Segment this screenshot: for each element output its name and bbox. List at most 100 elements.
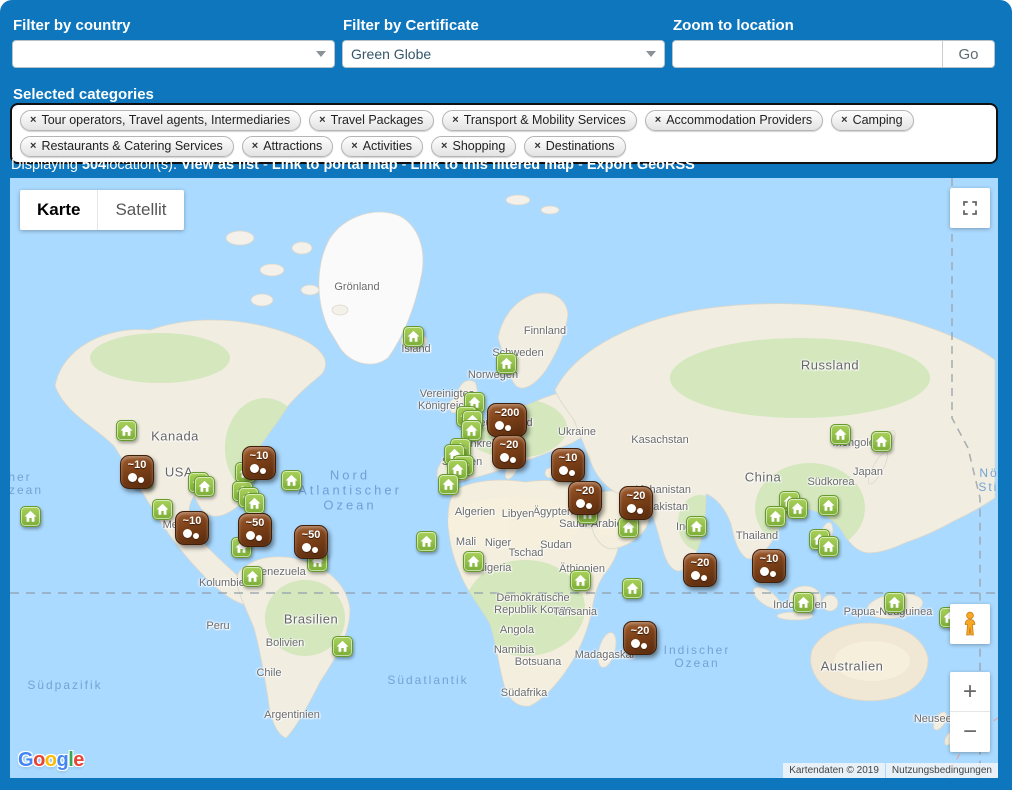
cluster-marker[interactable]: ~200 xyxy=(487,403,527,437)
zoom-location-input[interactable] xyxy=(673,41,942,67)
zoom-control: + − xyxy=(950,672,990,752)
house-marker[interactable] xyxy=(20,506,41,527)
house-marker[interactable] xyxy=(686,516,707,537)
view-as-list-link[interactable]: View as list xyxy=(181,157,259,173)
category-tag[interactable]: ×Restaurants & Catering Services xyxy=(20,136,234,157)
cluster-marker[interactable]: ~10 xyxy=(242,446,276,480)
house-marker[interactable] xyxy=(438,474,459,495)
certificate-select[interactable]: Green Globe xyxy=(342,40,665,68)
portal-map-link[interactable]: Link to portal map xyxy=(272,157,398,173)
cluster-count-label: ~50 xyxy=(239,517,271,529)
category-tag[interactable]: ×Transport & Mobility Services xyxy=(442,110,637,131)
house-icon xyxy=(887,595,902,610)
remove-tag-icon[interactable]: × xyxy=(30,140,36,152)
house-marker[interactable] xyxy=(242,566,263,587)
remove-tag-icon[interactable]: × xyxy=(441,140,447,152)
google-logo[interactable]: Google xyxy=(18,749,84,772)
cluster-dot-icon xyxy=(510,457,516,463)
cluster-marker[interactable]: ~10 xyxy=(120,455,154,489)
category-tag-label: Destinations xyxy=(546,139,615,153)
category-tag-label: Camping xyxy=(853,113,903,127)
category-tag[interactable]: × Camping xyxy=(831,110,913,131)
cluster-count-label: ~10 xyxy=(121,459,153,471)
house-marker[interactable] xyxy=(496,353,517,374)
status-prefix: Displaying xyxy=(11,157,82,173)
chevron-down-icon xyxy=(316,51,326,57)
house-marker[interactable] xyxy=(618,517,639,538)
cluster-marker[interactable]: ~20 xyxy=(568,481,602,515)
cluster-marker[interactable]: ~10 xyxy=(752,549,786,583)
export-georss-link[interactable]: Export GeoRSS xyxy=(587,157,695,173)
house-icon xyxy=(833,427,848,442)
category-tag[interactable]: ×Tour operators, Travel agents, Intermed… xyxy=(20,110,301,131)
house-marker[interactable] xyxy=(116,420,137,441)
terms-of-use-link[interactable]: Nutzungsbedingungen xyxy=(886,763,998,778)
house-marker[interactable] xyxy=(818,495,839,516)
category-tag-label: Accommodation Providers xyxy=(666,113,812,127)
house-marker[interactable] xyxy=(244,493,265,514)
cluster-dot-icon xyxy=(128,473,137,482)
zoom-out-button[interactable]: − xyxy=(950,712,990,752)
remove-tag-icon[interactable]: × xyxy=(30,114,36,126)
cluster-dot-icon xyxy=(193,533,199,539)
link-separator: - xyxy=(259,157,272,173)
remove-tag-icon[interactable]: × xyxy=(534,140,540,152)
house-marker[interactable] xyxy=(416,531,437,552)
category-tag[interactable]: ×Travel Packages xyxy=(309,110,434,131)
selected-categories-label: Selected categories xyxy=(13,86,154,103)
zoom-in-button[interactable]: + xyxy=(950,672,990,712)
cluster-marker[interactable]: ~10 xyxy=(551,448,585,482)
category-tag[interactable]: × Destinations xyxy=(524,136,625,157)
portal-panel: Filter by country Filter by Certificate … xyxy=(0,0,1012,790)
map-copyright: Kartendaten © 2019 xyxy=(783,763,885,778)
certificate-select-value: Green Globe xyxy=(351,46,431,62)
country-select[interactable] xyxy=(12,40,335,68)
cluster-marker[interactable]: ~50 xyxy=(238,513,272,547)
house-marker[interactable] xyxy=(787,498,808,519)
category-tag[interactable]: × Accommodation Providers xyxy=(645,110,823,131)
remove-tag-icon[interactable]: × xyxy=(319,114,325,126)
map-attribution: Kartendaten © 2019 Nutzungsbedingungen xyxy=(783,763,998,778)
pegman-button[interactable] xyxy=(950,604,990,644)
cluster-marker[interactable]: ~50 xyxy=(294,525,328,559)
cluster-count-label: ~20 xyxy=(620,490,652,502)
house-icon xyxy=(335,639,350,654)
category-tag[interactable]: ×Shopping xyxy=(431,136,516,157)
cluster-marker[interactable]: ~20 xyxy=(623,621,657,655)
go-button[interactable]: Go xyxy=(942,41,994,67)
house-marker[interactable] xyxy=(332,636,353,657)
house-marker[interactable] xyxy=(818,536,839,557)
house-marker[interactable] xyxy=(463,551,484,572)
house-marker[interactable] xyxy=(194,476,215,497)
category-tag[interactable]: ×Activities xyxy=(341,136,423,157)
house-marker[interactable] xyxy=(281,470,302,491)
remove-tag-icon[interactable]: × xyxy=(655,114,661,126)
cluster-marker[interactable]: ~20 xyxy=(492,435,526,469)
map-type-satellit-button[interactable]: Satellit xyxy=(97,190,183,230)
filtered-map-link[interactable]: Link to this filtered map xyxy=(410,157,574,173)
google-map[interactable]: GrönlandIslandFinnlandSchwedenNorwegenVe… xyxy=(10,178,998,778)
house-marker[interactable] xyxy=(793,592,814,613)
category-tag[interactable]: ×Attractions xyxy=(242,136,334,157)
cluster-marker[interactable]: ~20 xyxy=(619,486,653,520)
house-marker[interactable] xyxy=(871,431,892,452)
fullscreen-button[interactable] xyxy=(950,188,990,228)
house-marker[interactable] xyxy=(403,326,424,347)
map-type-control: Karte Satellit xyxy=(20,190,184,230)
house-marker[interactable] xyxy=(765,506,786,527)
house-marker[interactable] xyxy=(622,578,643,599)
house-marker[interactable] xyxy=(570,570,591,591)
cluster-marker[interactable]: ~10 xyxy=(175,511,209,545)
cluster-dot-icon xyxy=(641,643,647,649)
remove-tag-icon[interactable]: × xyxy=(351,140,357,152)
remove-tag-icon[interactable]: × xyxy=(841,114,847,126)
map-type-karte-button[interactable]: Karte xyxy=(20,190,97,230)
house-marker[interactable] xyxy=(884,592,905,613)
cluster-count-label: ~20 xyxy=(493,439,525,451)
house-marker[interactable] xyxy=(830,424,851,445)
remove-tag-icon[interactable]: × xyxy=(452,114,458,126)
cluster-dot-icon xyxy=(260,468,266,474)
house-marker[interactable] xyxy=(152,499,173,520)
cluster-marker[interactable]: ~20 xyxy=(683,553,717,587)
remove-tag-icon[interactable]: × xyxy=(252,140,258,152)
